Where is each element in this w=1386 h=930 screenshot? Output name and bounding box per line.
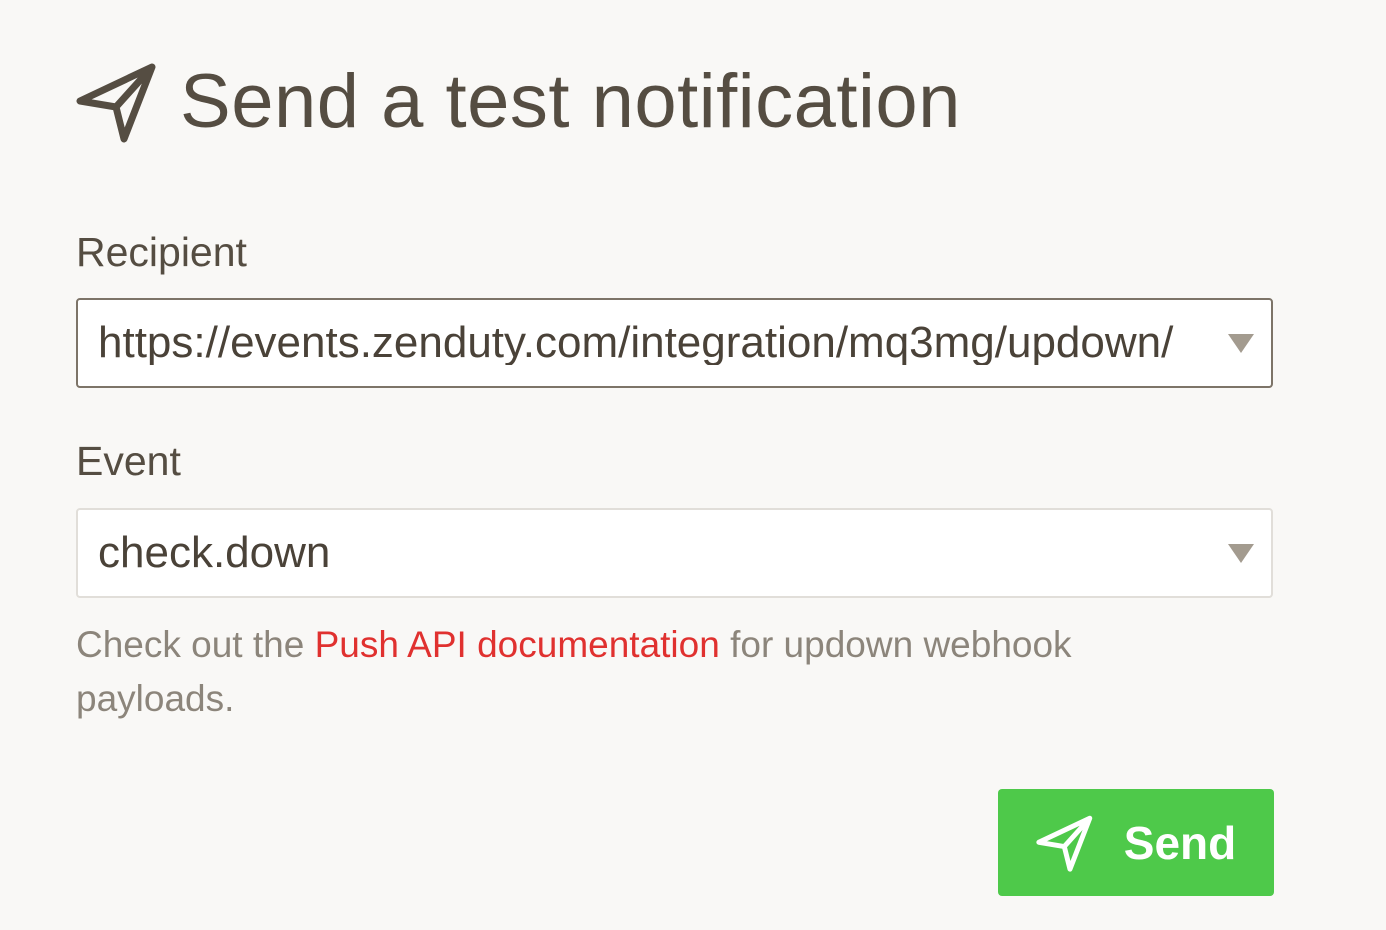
push-api-documentation-link[interactable]: Push API documentation	[315, 624, 720, 665]
triangle-down-icon	[1211, 510, 1271, 596]
page-title-text: Send a test notification	[180, 59, 961, 144]
triangle-down-icon	[1211, 300, 1271, 386]
event-select[interactable]: check.down	[76, 508, 1273, 598]
help-text: Check out the Push API documentation for…	[76, 618, 1216, 726]
send-button-label: Send	[1123, 816, 1237, 869]
paper-plane-icon	[1036, 814, 1094, 872]
event-select-value: check.down	[98, 531, 331, 575]
recipient-select[interactable]: https://events.zenduty.com/integration/m…	[76, 298, 1273, 388]
send-button[interactable]: Send	[998, 789, 1274, 896]
event-label: Event	[76, 438, 181, 484]
test-notification-panel: Send a test notification Recipient https…	[0, 0, 1386, 930]
help-text-prefix: Check out the	[76, 624, 315, 665]
recipient-select-value: https://events.zenduty.com/integration/m…	[98, 321, 1174, 365]
page-title: Send a test notification	[76, 52, 961, 152]
paper-plane-icon	[76, 61, 158, 143]
recipient-label: Recipient	[76, 229, 247, 275]
